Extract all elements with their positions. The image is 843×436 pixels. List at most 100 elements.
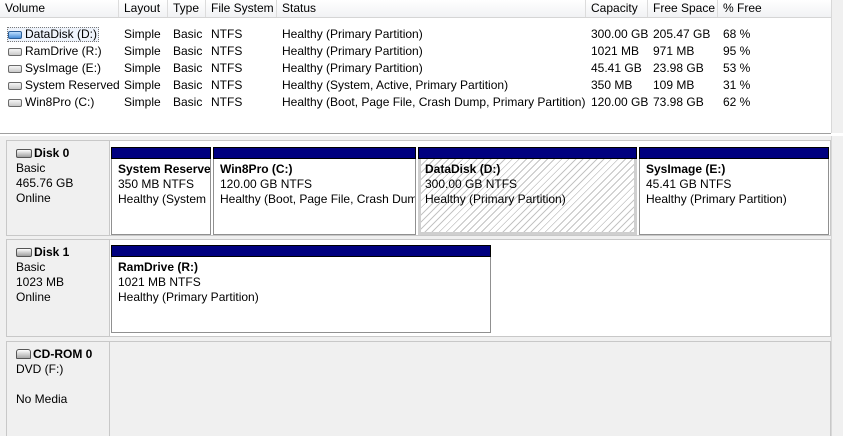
drive-icon [8,82,22,90]
table-row[interactable]: RamDrive (R:) Simple Basic NTFS Healthy … [0,43,831,60]
partition-name: DataDisk (D:) [425,162,501,176]
volume-capacity: 300.00 GB [591,27,648,41]
partition-size: 120.00 GB NTFS [220,177,313,191]
volume-percent-free: 62 % [723,95,751,109]
partition-bar [418,147,637,159]
disk-state: Online [16,290,51,304]
volume-free-space: 971 MB [653,44,695,58]
drive-icon [8,48,22,56]
volume-file-system: NTFS [211,44,243,58]
volume-free-space: 109 MB [653,78,695,92]
volume-type: Basic [173,78,203,92]
volume-file-system: NTFS [211,27,243,41]
volume-name: RamDrive (R:) [25,44,102,58]
disk-name: Disk 1 [34,245,70,259]
drive-icon [8,65,22,73]
list-header: Volume Layout Type File System Status Ca… [0,0,831,18]
table-row[interactable]: System Reserved Simple Basic NTFS Health… [0,77,831,94]
disk-0-row[interactable]: Disk 0 Basic 465.76 GB Online System Res… [6,140,831,236]
volume-type: Basic [173,95,203,109]
volume-layout: Simple [124,78,161,92]
column-header-capacity[interactable]: Capacity [586,0,648,17]
partition-ramdrive[interactable]: RamDrive (R:) 1021 MB NTFS Healthy (Prim… [111,245,491,333]
partition-status: Healthy (Primary Partition) [118,290,259,304]
volume-list-scrollbar[interactable] [831,0,843,133]
volume-type: Basic [173,27,203,41]
volume-file-system: NTFS [211,95,243,109]
volume-type: Basic [173,44,203,58]
graphical-view-scrollbar[interactable] [831,136,843,436]
disk-kind: DVD (F:) [16,362,64,376]
volume-name: System Reserved [25,78,119,92]
partition-name: System Reserve [118,162,211,176]
volume-file-system: NTFS [211,78,243,92]
blue-volume-icon [8,31,22,39]
volume-layout: Simple [124,44,161,58]
volume-capacity: 350 MB [591,78,633,92]
hard-disk-icon [16,149,32,158]
partition-name: SysImage (E:) [646,162,726,176]
partition-status: Healthy (Primary Partition) [646,192,787,206]
disk-name: CD-ROM 0 [33,347,93,361]
volume-capacity: 1021 MB [591,44,640,58]
partition-bar [639,147,829,159]
table-row[interactable]: Win8Pro (C:) Simple Basic NTFS Healthy (… [0,94,831,111]
column-header-free-space[interactable]: Free Space [648,0,718,17]
disk-state: Online [16,191,51,205]
volume-status: Healthy (Primary Partition) [282,61,423,75]
partition-sysimage[interactable]: SysImage (E:) 45.41 GB NTFS Healthy (Pri… [639,147,829,235]
partition-size: 350 MB NTFS [118,177,195,191]
volume-layout: Simple [124,61,161,75]
volume-percent-free: 95 % [723,44,751,58]
column-header-volume[interactable]: Volume [0,0,119,17]
volume-name: DataDisk (D:) [25,27,98,41]
volume-status: Healthy (Primary Partition) [282,27,423,41]
partition-status: Healthy (Primary Partition) [425,192,566,206]
volume-type: Basic [173,61,203,75]
volume-capacity: 120.00 GB [591,95,648,109]
volume-status: Healthy (System, Active, Primary Partiti… [282,78,509,92]
partition-size: 1021 MB NTFS [118,275,201,289]
partition-name: RamDrive (R:) [118,260,199,274]
disk-1-row[interactable]: Disk 1 Basic 1023 MB Online RamDrive (R:… [6,239,831,337]
volume-file-system: NTFS [211,61,243,75]
volume-free-space: 73.98 GB [653,95,704,109]
cdrom-0-label[interactable]: CD-ROM 0 DVD (F:) No Media [7,342,110,436]
volume-name: SysImage (E:) [25,61,102,75]
cd-rom-icon [16,349,31,359]
table-row[interactable]: SysImage (E:) Simple Basic NTFS Healthy … [0,60,831,77]
disk-0-label[interactable]: Disk 0 Basic 465.76 GB Online [7,141,110,235]
volume-percent-free: 68 % [723,27,751,41]
partition-name: Win8Pro (C:) [220,162,293,176]
disk-kind: Basic [16,260,46,274]
partition-datadisk-selected[interactable]: DataDisk (D:) 300.00 GB NTFS Healthy (Pr… [418,147,637,235]
partition-size: 45.41 GB NTFS [646,177,732,191]
volume-list: Volume Layout Type File System Status Ca… [0,0,831,134]
cdrom-empty-area [110,342,830,436]
disk-1-label[interactable]: Disk 1 Basic 1023 MB Online [7,240,110,336]
partition-system-reserved[interactable]: System Reserve 350 MB NTFS Healthy (Syst… [111,147,211,235]
volume-layout: Simple [124,27,161,41]
volume-percent-free: 31 % [723,78,751,92]
column-header-status[interactable]: Status [277,0,586,17]
volume-layout: Simple [124,95,161,109]
partition-size: 300.00 GB NTFS [425,177,518,191]
partition-bar [111,147,211,159]
partition-win8pro[interactable]: Win8Pro (C:) 120.00 GB NTFS Healthy (Boo… [213,147,416,235]
column-header-type[interactable]: Type [168,0,206,17]
cdrom-0-row[interactable]: CD-ROM 0 DVD (F:) No Media [6,341,831,436]
volume-percent-free: 53 % [723,61,751,75]
column-header-percent-free[interactable]: % Free [718,0,831,17]
disk-size: 465.76 GB [16,176,74,190]
disk-kind: Basic [16,161,46,175]
volume-status: Healthy (Primary Partition) [282,44,423,58]
volume-status: Healthy (Boot, Page File, Crash Dump, Pr… [282,95,586,109]
table-row[interactable]: DataDisk (D:) Simple Basic NTFS Healthy … [0,26,831,43]
disk-name: Disk 0 [34,146,70,160]
column-header-file-system[interactable]: File System [206,0,277,17]
volume-name: Win8Pro (C:) [25,95,95,109]
partition-bar [111,245,491,257]
column-header-layout[interactable]: Layout [119,0,168,17]
disk-graphical-view: Disk 0 Basic 465.76 GB Online System Res… [0,136,843,436]
